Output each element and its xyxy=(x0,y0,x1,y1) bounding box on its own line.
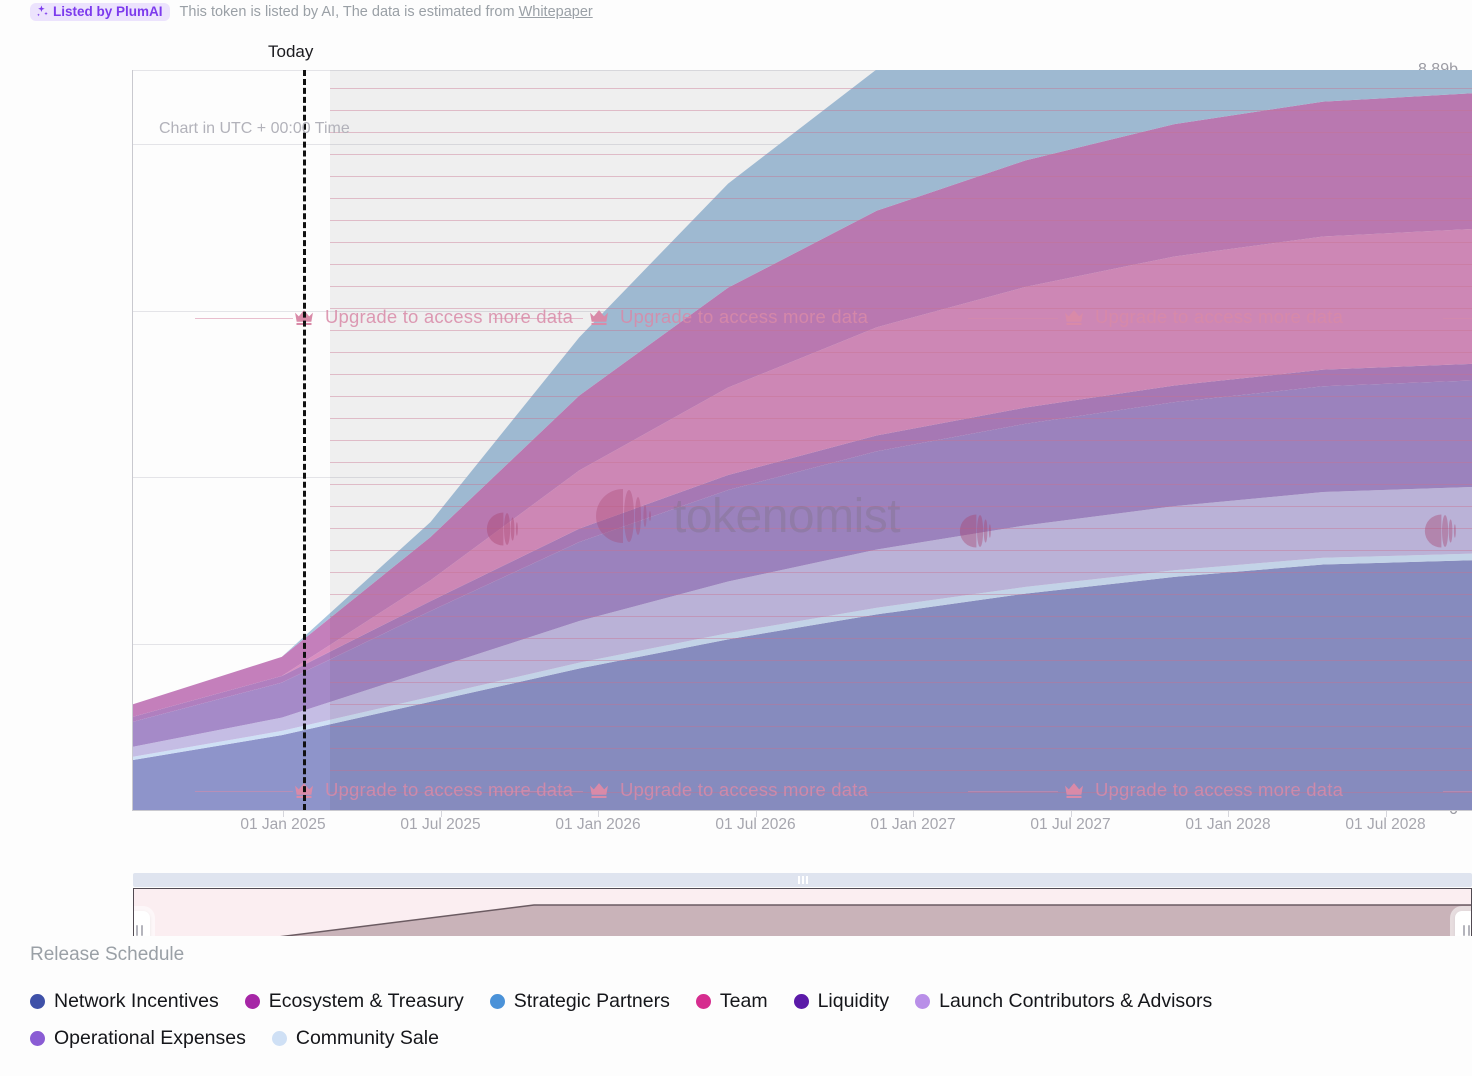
legend-item-label: Ecosystem & Treasury xyxy=(268,990,464,1012)
upgrade-prompt-label: Upgrade to access more data xyxy=(1095,779,1344,800)
crown-icon xyxy=(1065,309,1083,325)
legend-item-team[interactable]: Team xyxy=(695,990,768,1013)
upgrade-prompt-label: Upgrade to access more data xyxy=(325,779,574,800)
x-axis-tick-label: 01 Jan 2025 xyxy=(240,816,326,833)
legend-color-dot xyxy=(489,994,505,1009)
upgrade-prompt[interactable]: Upgrade to access more data xyxy=(588,779,868,801)
legend-color-dot xyxy=(695,994,711,1009)
stacked-area-series xyxy=(133,70,1472,810)
upgrade-prompt[interactable]: Upgrade to access more data xyxy=(1063,779,1343,801)
legend-item-label: Network Incentives xyxy=(54,990,219,1012)
plot-area[interactable]: tokenomist Upgrade to access more data U… xyxy=(133,70,1472,810)
release-schedule-chart[interactable]: Today 02.00b4.00b6.00b8.00b8.89b tokenom… xyxy=(0,26,1472,950)
release-schedule-title: Release Schedule xyxy=(30,944,185,965)
x-axis-tick-mark xyxy=(1228,811,1229,817)
legend-item-operational-expenses[interactable]: Operational Expenses xyxy=(30,1027,246,1050)
legend-item-launch-contributors-advisors[interactable]: Launch Contributors & Advisors xyxy=(915,990,1212,1013)
upgrade-prompt[interactable]: Upgrade to access more data xyxy=(588,306,868,328)
x-axis-tick-label: 01 Jan 2028 xyxy=(1185,816,1271,833)
slider-track-grip[interactable] xyxy=(797,876,808,884)
listed-by-plumai-badge: Listed by PlumAI xyxy=(30,2,170,22)
x-axis-tick-label: 01 Jul 2025 xyxy=(400,816,481,833)
legend-color-dot xyxy=(915,994,931,1009)
upgrade-prompt-label: Upgrade to access more data xyxy=(325,306,574,327)
x-axis-tick-label: 01 Jul 2027 xyxy=(1030,816,1111,833)
utc-note: Chart in UTC + 00:00 Time xyxy=(159,120,350,137)
x-axis-tick-label: 01 Jul 2026 xyxy=(715,816,796,833)
x-axis-tick-mark xyxy=(755,811,757,817)
legend-item-network-incentives[interactable]: Network Incentives xyxy=(30,990,219,1013)
legend-item-community-sale[interactable]: Community Sale xyxy=(271,1027,439,1050)
crown-icon xyxy=(590,782,608,798)
today-label: Today xyxy=(268,42,314,61)
chart-legend[interactable]: Network Incentives Ecosystem & Treasury St… xyxy=(30,990,1450,1050)
notice-text: This token is listed by AI, The data is … xyxy=(180,4,593,20)
x-axis-tick-mark xyxy=(1070,811,1072,817)
upgrade-prompt-divider xyxy=(195,318,293,319)
upgrade-prompt-divider xyxy=(493,318,583,319)
x-axis-tick-mark xyxy=(913,811,914,817)
sparkle-icon xyxy=(36,5,49,18)
today-marker-line xyxy=(303,70,306,810)
upgrade-prompt-divider xyxy=(1443,791,1472,792)
upgrade-prompt[interactable]: Upgrade to access more data xyxy=(293,779,573,801)
legend-item-label: Community Sale xyxy=(295,1027,439,1049)
legend-color-dot xyxy=(244,994,260,1009)
legend-item-label: Strategic Partners xyxy=(513,990,670,1012)
x-axis-tick-mark xyxy=(1385,811,1387,817)
legend-item-label: Operational Expenses xyxy=(54,1027,246,1049)
crown-icon xyxy=(1065,782,1083,798)
legend-color-dot xyxy=(271,1031,287,1046)
legend-color-dot xyxy=(30,1031,45,1046)
notice-text-body: This token is listed by AI, The data is … xyxy=(179,4,515,20)
upgrade-prompt-divider xyxy=(968,791,1058,792)
chart-footer: Release Schedule Network Incentives Ecosy… xyxy=(0,936,1472,1076)
x-axis-tick-label: 01 Jul 2028 xyxy=(1345,816,1426,833)
upgrade-prompt-divider xyxy=(968,318,1058,319)
legend-item-label: Team xyxy=(719,990,768,1012)
x-axis-line xyxy=(132,810,1472,811)
upgrade-prompt[interactable]: Upgrade to access more data xyxy=(1063,306,1343,328)
upgrade-prompt-divider xyxy=(1443,318,1472,319)
slider-track[interactable] xyxy=(133,873,1472,887)
x-axis-tick-mark xyxy=(440,811,442,817)
upgrade-prompt-divider xyxy=(195,791,293,792)
upgrade-prompt-label: Upgrade to access more data xyxy=(1095,306,1344,327)
legend-item-label: Launch Contributors & Advisors xyxy=(939,990,1213,1012)
legend-item-strategic-partners[interactable]: Strategic Partners xyxy=(489,990,670,1013)
whitepaper-link[interactable]: Whitepaper xyxy=(519,4,593,20)
upgrade-prompt[interactable]: Upgrade to access more data xyxy=(293,306,573,328)
x-axis-tick-label: 01 Jan 2027 xyxy=(870,816,956,833)
badge-label: Listed by PlumAI xyxy=(53,3,163,19)
upgrade-prompt-label: Upgrade to access more data xyxy=(620,779,869,800)
legend-item-ecosystem-treasury[interactable]: Ecosystem & Treasury xyxy=(244,990,464,1013)
legend-item-liquidity[interactable]: Liquidity xyxy=(793,990,890,1013)
x-axis-tick-label: 01 Jan 2026 xyxy=(555,816,641,833)
legend-color-dot xyxy=(30,994,45,1009)
legend-color-dot xyxy=(793,994,809,1009)
x-axis-tick-mark xyxy=(598,811,599,817)
legend-item-label: Liquidity xyxy=(817,990,890,1012)
upgrade-prompt-divider xyxy=(493,791,583,792)
x-axis-tick-mark xyxy=(283,811,284,817)
listing-notice: Listed by PlumAI This token is listed by… xyxy=(0,0,1472,24)
upgrade-prompt-label: Upgrade to access more data xyxy=(620,306,869,327)
crown-icon xyxy=(590,309,608,325)
